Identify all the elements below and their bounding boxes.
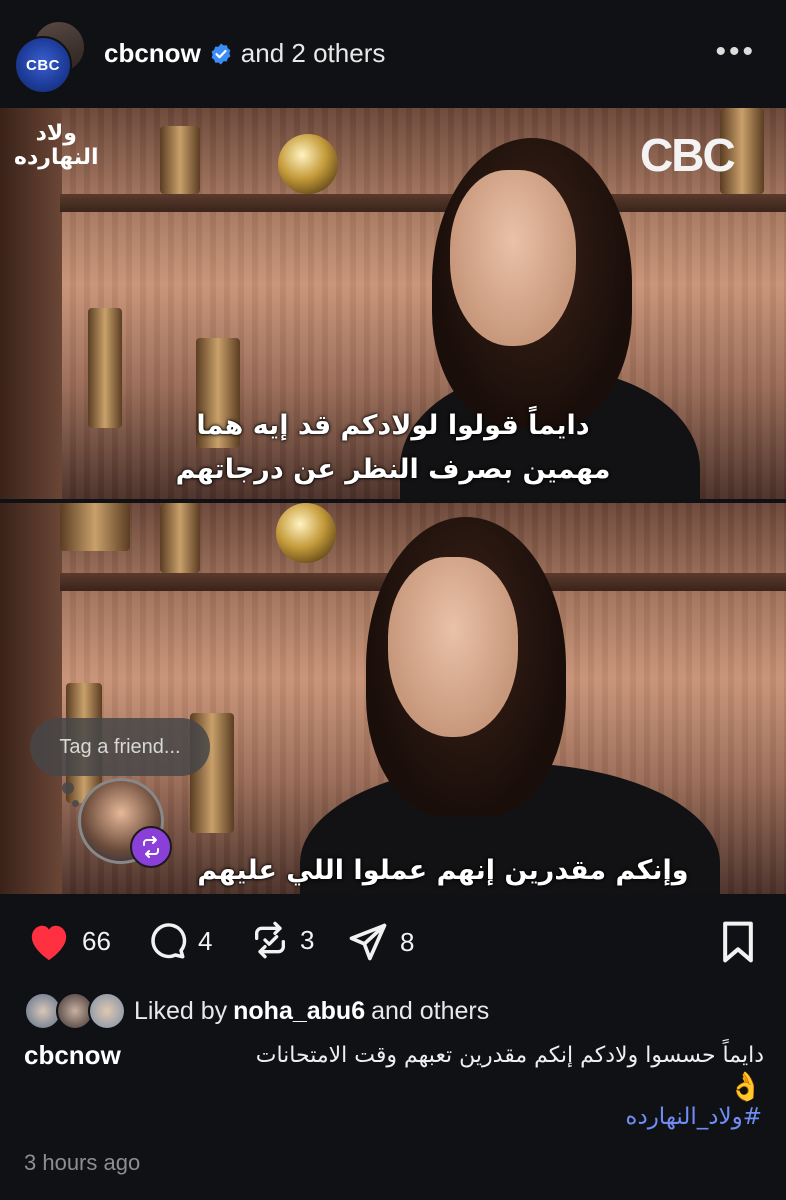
media-frame-top: ولاد النهارده CBC دايماً قولوا لولادكم ق… [0, 108, 786, 499]
repost-icon [255, 921, 285, 959]
avatar [88, 992, 126, 1030]
comment-button[interactable]: 4 [146, 920, 212, 962]
hashtag-link[interactable]: #ولاد_النهارده [625, 1104, 762, 1130]
heart-icon [31, 925, 67, 961]
tag-friend-placeholder: Tag a friend... [59, 735, 181, 758]
ok-hand-emoji: 👌 [728, 1071, 763, 1102]
more-options-icon[interactable]: ••• [715, 37, 756, 67]
repost-badge-icon[interactable] [130, 826, 172, 868]
caption-text: دايماً حسسوا ولادكم إنكم مقدرين تعبهم وق… [255, 1043, 764, 1068]
author-username[interactable]: cbcnow [104, 38, 201, 69]
show-logo: ولاد النهارده [14, 121, 99, 170]
post-author-line: cbcnow and 2 others [104, 38, 385, 69]
caption: cbcnow دايماً حسسوا ولادكم إنكم مقدرين ت… [24, 1040, 764, 1071]
subtitle-top: دايماً قولوا لولادكم قد إيه هما مهمين بص… [175, 410, 611, 485]
channel-logo: CBC [640, 129, 736, 181]
like-count: 66 [82, 925, 111, 956]
coauthors-label[interactable]: and 2 others [241, 38, 386, 69]
verified-badge-icon [211, 43, 231, 64]
liked-by-prefix: Liked by [134, 996, 228, 1025]
share-button[interactable]: 8 [346, 920, 414, 964]
share-count: 8 [400, 926, 415, 957]
avatar-logo-text: CBC [26, 56, 60, 74]
action-bar: 66 4 3 8 [0, 912, 786, 972]
bookmark-icon [723, 921, 753, 963]
repost-button[interactable]: 3 [250, 920, 314, 960]
liked-by-suffix: and others [371, 996, 490, 1025]
author-avatars[interactable]: CBC [10, 20, 86, 94]
like-button[interactable]: 66 [26, 920, 111, 962]
repost-arrows-icon [143, 836, 159, 858]
liked-by-user[interactable]: noha_abu6 [233, 997, 365, 1026]
comment-count: 4 [198, 925, 213, 956]
post-timestamp: 3 hours ago [24, 1150, 141, 1175]
author-avatar[interactable]: CBC [14, 36, 72, 94]
tag-friend-bubble[interactable]: Tag a friend... [30, 718, 210, 776]
liked-by-avatars [24, 992, 126, 1030]
caption-username[interactable]: cbcnow [24, 1040, 121, 1071]
repost-count: 3 [300, 924, 315, 955]
liked-by-row[interactable]: Liked by noha_abu6 and others [24, 992, 489, 1030]
send-icon [349, 923, 387, 961]
post-header: CBC cbcnow and 2 others ••• [0, 0, 786, 108]
save-button[interactable] [718, 920, 758, 969]
comment-icon [151, 923, 187, 959]
post-media[interactable]: ولاد النهارده CBC دايماً قولوا لولادكم ق… [0, 108, 786, 894]
